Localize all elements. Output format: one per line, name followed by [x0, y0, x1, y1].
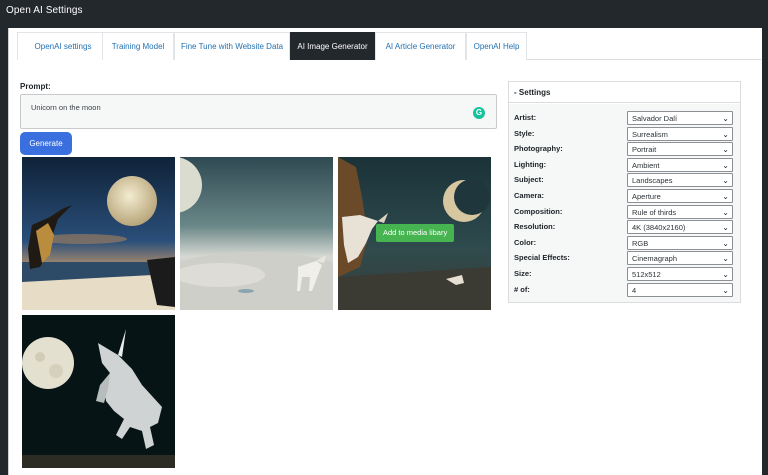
tab-ai-image-generator[interactable]: AI Image Generator [290, 32, 375, 60]
count-select[interactable]: 4 ⌄ [627, 282, 733, 297]
tab-fine-tune[interactable]: Fine Tune with Website Data [174, 32, 290, 60]
setting-label: Artist: [514, 113, 537, 122]
setting-row-style: Style: Surrealism ⌄ [509, 126, 740, 143]
setting-row-special-effects: Special Effects: Cinemagraph ⌄ [509, 251, 740, 267]
chevron-down-icon: ⌄ [722, 254, 729, 264]
chevron-down-icon: ⌄ [722, 145, 729, 155]
setting-label: Composition: [514, 206, 563, 216]
chevron-down-icon: ⌄ [722, 129, 729, 139]
select-value: Cinemagraph [632, 254, 678, 264]
chevron-down-icon: ⌄ [722, 223, 729, 233]
prompt-value[interactable]: Unicorn on the moon [31, 103, 101, 112]
tab-openai-settings[interactable]: OpenAI settings [17, 32, 109, 60]
setting-label: Size: [514, 269, 532, 278]
add-to-media-library-button[interactable]: Add to media libary [376, 224, 455, 242]
chevron-down-icon: ⌄ [722, 160, 729, 170]
window-title: Open AI Settings [6, 5, 83, 16]
chevron-down-icon: ⌄ [722, 192, 729, 201]
setting-row-resolution: Resolution: 4K (3840x2160) ⌄ [509, 220, 740, 236]
select-value: Rule of thirds [632, 207, 677, 217]
subject-select[interactable]: Landscapes ⌄ [627, 173, 733, 188]
tab-ai-article-generator[interactable]: AI Article Generator [375, 32, 466, 60]
setting-label: Color: [514, 237, 537, 247]
setting-label: Style: [514, 128, 535, 138]
select-value: Ambient [632, 160, 660, 170]
grammarly-icon[interactable]: G [473, 107, 485, 119]
prompt-input[interactable]: Unicorn on the moon G [20, 94, 497, 129]
setting-label: Photography: [514, 144, 563, 154]
style-select[interactable]: Surrealism ⌄ [627, 126, 733, 141]
setting-label: Resolution: [514, 222, 556, 232]
select-value: Landscapes [632, 176, 673, 186]
select-value: 4K (3840x2160) [632, 223, 686, 233]
title-bar: Open AI Settings [0, 0, 768, 28]
setting-row-photography: Photography: Portrait ⌄ [509, 142, 740, 158]
chevron-down-icon: ⌄ [722, 270, 729, 279]
setting-row-count: # of: 4 ⌄ [509, 282, 740, 299]
setting-row-lighting: Lighting: Ambient ⌄ [509, 157, 740, 174]
setting-row-subject: Subject: Landscapes ⌄ [509, 173, 740, 189]
camera-select[interactable]: Aperture ⌄ [627, 189, 733, 203]
setting-label: Subject: [514, 175, 544, 185]
image-2-art [180, 157, 333, 310]
select-value: Salvador Dalí [632, 114, 678, 123]
settings-title: Settings [518, 88, 551, 97]
image-1-art [22, 157, 175, 310]
color-select[interactable]: RGB ⌄ [627, 235, 733, 250]
artist-select[interactable]: Salvador Dalí ⌄ [627, 111, 733, 125]
composition-select[interactable]: Rule of thirds ⌄ [627, 204, 733, 219]
chevron-down-icon: ⌄ [722, 238, 729, 248]
setting-label: Lighting: [514, 159, 547, 169]
settings-box: - Settings Artist: Salvador Dalí ⌄ Style:… [508, 81, 741, 303]
prompt-label: Prompt: [20, 82, 51, 91]
lighting-select[interactable]: Ambient ⌄ [627, 157, 733, 172]
generated-image-1[interactable] [22, 157, 175, 310]
tab-training-model[interactable]: Training Model [102, 32, 174, 60]
select-value: RGB [632, 238, 649, 248]
select-value: Surrealism [632, 129, 668, 139]
setting-row-camera: Camera: Aperture ⌄ [509, 189, 740, 205]
setting-row-artist: Artist: Salvador Dalí ⌄ [509, 111, 740, 127]
photography-select[interactable]: Portrait ⌄ [627, 142, 733, 157]
select-value: 512x512 [632, 270, 661, 279]
setting-label: Camera: [514, 191, 545, 200]
resolution-select[interactable]: 4K (3840x2160) ⌄ [627, 220, 733, 235]
settings-panel: OpenAI settings Training Model Fine Tune… [8, 28, 762, 475]
chevron-down-icon: ⌄ [722, 176, 729, 186]
generate-button[interactable]: Generate [20, 132, 72, 155]
chevron-down-icon: ⌄ [722, 114, 729, 123]
setting-row-color: Color: RGB ⌄ [509, 235, 740, 252]
generated-image-3[interactable]: Add to media libary [338, 157, 491, 310]
collapse-icon[interactable]: - [514, 88, 517, 97]
select-value: Portrait [632, 145, 657, 155]
select-value: 4 [632, 285, 637, 295]
setting-row-size: Size: 512x512 ⌄ [509, 267, 740, 283]
tab-bar: OpenAI settings Training Model Fine Tune… [17, 32, 761, 60]
image-4-art [22, 315, 175, 468]
select-value: Aperture [632, 192, 661, 201]
generated-image-2[interactable] [180, 157, 333, 310]
settings-header[interactable]: - Settings [509, 82, 740, 103]
chevron-down-icon: ⌄ [722, 207, 729, 217]
settings-body: Artist: Salvador Dalí ⌄ Style: Surrealism… [509, 104, 740, 302]
setting-label: Special Effects: [514, 253, 570, 263]
setting-label: # of: [514, 284, 530, 294]
setting-row-composition: Composition: Rule of thirds ⌄ [509, 204, 740, 221]
tab-openai-help[interactable]: OpenAI Help [466, 32, 527, 60]
chevron-down-icon: ⌄ [722, 285, 729, 295]
generated-image-4[interactable] [22, 315, 175, 468]
size-select[interactable]: 512x512 ⌄ [627, 267, 733, 281]
special-effects-select[interactable]: Cinemagraph ⌄ [627, 251, 733, 266]
